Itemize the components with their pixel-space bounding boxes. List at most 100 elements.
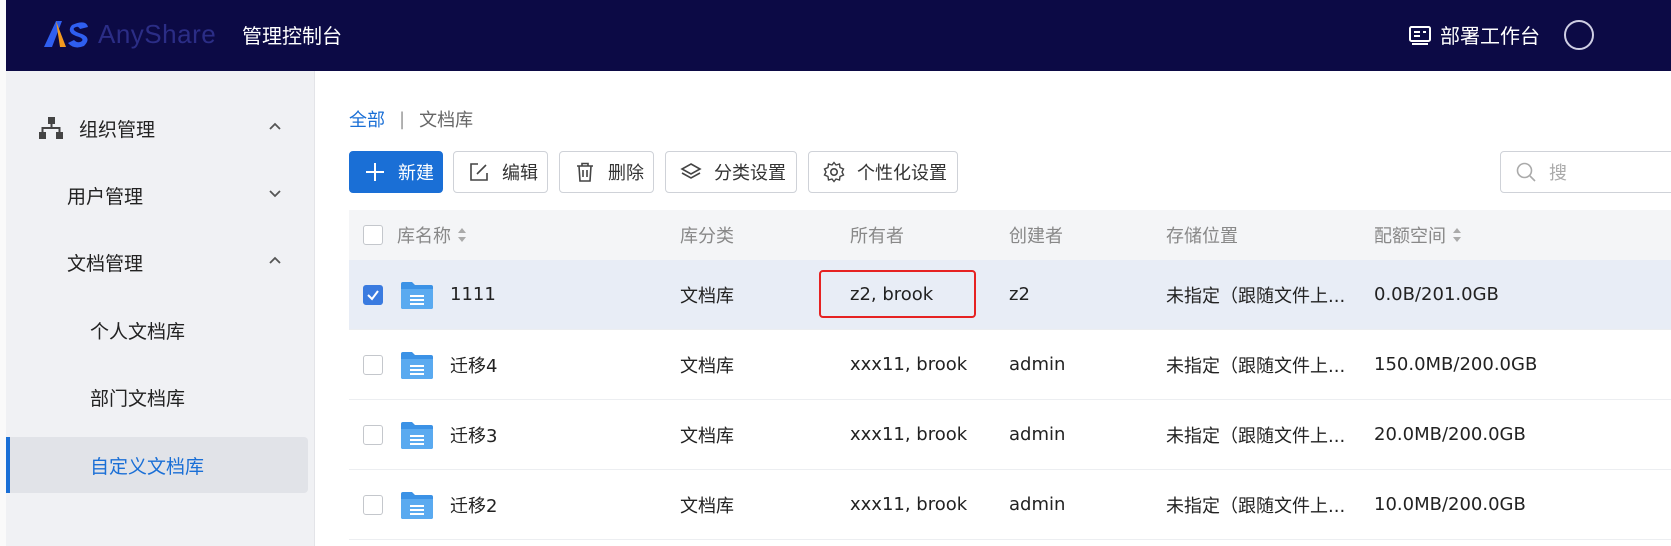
select-all-checkbox-cell xyxy=(363,210,383,260)
table-row[interactable]: 迁移3 文档库 xxx11, brook admin 未指定（跟随文件上... … xyxy=(349,400,1671,470)
library-name: 1111 xyxy=(450,284,496,305)
library-name: 迁移4 xyxy=(450,355,498,377)
top-header: AnyShare 管理控制台 部署工作台 xyxy=(6,0,1671,71)
delete-button[interactable]: 删除 xyxy=(559,151,654,193)
library-owner: z2, brook xyxy=(850,284,934,305)
table-row[interactable]: 1111 文档库 z2, brook z2 未指定（跟随文件上... 0.0B/… xyxy=(349,260,1671,330)
sidebar-item-personal-library[interactable]: 个人文档库 xyxy=(6,302,315,358)
edit-icon xyxy=(470,163,488,181)
workbench-icon xyxy=(1409,25,1431,45)
sidebar-item-user-management[interactable]: 用户管理 xyxy=(6,167,315,223)
folder-icon xyxy=(401,421,433,449)
deploy-workbench-link[interactable]: 部署工作台 xyxy=(1408,20,1540,49)
console-title: 管理控制台 xyxy=(242,24,342,48)
column-header-name-label: 库名称 xyxy=(397,226,451,247)
new-button[interactable]: 新建 xyxy=(349,151,443,193)
library-quota: 10.0MB/200.0GB xyxy=(1374,494,1526,515)
library-quota: 150.0MB/200.0GB xyxy=(1374,354,1538,375)
category-settings-button[interactable]: 分类设置 xyxy=(665,151,797,193)
sidebar-item-label: 部门文档库 xyxy=(90,387,186,410)
row-checkbox[interactable] xyxy=(363,494,383,515)
library-quota: 20.0MB/200.0GB xyxy=(1374,424,1526,445)
active-indicator xyxy=(6,437,10,493)
layers-icon xyxy=(680,163,702,179)
table-row[interactable]: 迁移2 文档库 xxx11, brook admin 未指定（跟随文件上... … xyxy=(349,470,1671,540)
column-header-quota-label: 配额空间 xyxy=(1374,226,1446,247)
library-name: 迁移2 xyxy=(450,495,498,517)
library-name-cell[interactable]: 迁移3 xyxy=(400,400,497,469)
library-name-cell[interactable]: 1111 xyxy=(400,260,496,329)
search-icon xyxy=(1516,162,1536,182)
column-header-quota[interactable]: 配额空间 xyxy=(1374,210,1462,260)
sidebar-item-org-management[interactable]: 组织管理 xyxy=(6,100,315,156)
logo-text: AnyShare xyxy=(98,18,217,49)
column-header-category: 库分类 xyxy=(680,226,734,247)
sort-icon[interactable] xyxy=(1452,226,1462,244)
library-owner: xxx11, brook xyxy=(850,424,968,445)
row-checkbox-cell xyxy=(363,470,383,539)
sort-icon[interactable] xyxy=(457,226,467,244)
library-storage: 未指定（跟随文件上... xyxy=(1166,285,1346,307)
sidebar-item-custom-library[interactable]: 自定义文档库 xyxy=(6,437,308,493)
library-storage: 未指定（跟随文件上... xyxy=(1166,495,1346,517)
library-category: 文档库 xyxy=(680,425,734,447)
row-checkbox-cell xyxy=(363,330,383,399)
library-quota: 0.0B/201.0GB xyxy=(1374,284,1499,305)
breadcrumb: 全部 | 文档库 xyxy=(349,106,473,132)
personalize-settings-button[interactable]: 个性化设置 xyxy=(808,151,958,193)
library-storage: 未指定（跟随文件上... xyxy=(1166,425,1346,447)
gear-icon xyxy=(823,161,845,183)
anyshare-logo[interactable]: AnyShare xyxy=(42,18,216,50)
table-header: 库名称 库分类 所有者 创建者 存储位置 配额空间 xyxy=(349,210,1671,260)
column-header-name[interactable]: 库名称 xyxy=(397,210,467,260)
breadcrumb-current: 文档库 xyxy=(419,110,474,131)
row-checkbox-cell xyxy=(363,260,383,329)
org-tree-icon xyxy=(39,117,63,139)
edit-button-label: 编辑 xyxy=(502,163,538,184)
new-button-label: 新建 xyxy=(398,163,434,184)
library-creator: admin xyxy=(1009,354,1066,375)
sidebar-item-label: 自定义文档库 xyxy=(90,455,205,478)
chevron-down-icon[interactable] xyxy=(268,186,282,200)
breadcrumb-root-link[interactable]: 全部 xyxy=(349,106,385,132)
library-category: 文档库 xyxy=(680,285,734,307)
select-all-checkbox[interactable] xyxy=(363,225,383,245)
table-row[interactable]: 迁移4 文档库 xxx11, brook admin 未指定（跟随文件上... … xyxy=(349,330,1671,400)
row-checkbox[interactable] xyxy=(363,424,383,445)
sidebar-item-department-library[interactable]: 部门文档库 xyxy=(6,369,315,425)
personalize-settings-label: 个性化设置 xyxy=(857,163,947,184)
library-name-cell[interactable]: 迁移4 xyxy=(400,330,497,399)
sidebar-item-doc-management[interactable]: 文档管理 xyxy=(6,234,315,290)
chevron-up-icon[interactable] xyxy=(268,119,282,133)
column-header-owner: 所有者 xyxy=(850,226,904,247)
folder-icon xyxy=(401,491,433,519)
library-owner: xxx11, brook xyxy=(850,354,968,375)
library-owner: xxx11, brook xyxy=(850,494,968,515)
search-placeholder: 搜 xyxy=(1549,163,1567,184)
library-storage: 未指定（跟随文件上... xyxy=(1166,355,1346,377)
delete-button-label: 删除 xyxy=(608,163,644,184)
row-checkbox-cell xyxy=(363,400,383,469)
trash-icon xyxy=(577,162,593,182)
library-name-cell[interactable]: 迁移2 xyxy=(400,470,497,539)
column-header-creator: 创建者 xyxy=(1009,226,1063,247)
sidebar-item-label: 组织管理 xyxy=(79,118,156,141)
folder-icon xyxy=(401,281,433,309)
library-creator: admin xyxy=(1009,494,1066,515)
avatar[interactable] xyxy=(1564,20,1594,50)
library-name: 迁移3 xyxy=(450,425,498,447)
library-creator: z2 xyxy=(1009,284,1030,305)
plus-icon xyxy=(366,163,384,181)
chevron-up-icon[interactable] xyxy=(268,253,282,267)
column-header-storage: 存储位置 xyxy=(1166,226,1238,247)
sidebar-item-label: 个人文档库 xyxy=(90,320,186,343)
row-checkbox[interactable] xyxy=(363,284,383,305)
search-input[interactable]: 搜 xyxy=(1500,151,1671,193)
anyshare-logo-icon xyxy=(44,21,88,48)
category-settings-label: 分类设置 xyxy=(714,163,786,184)
sidebar: 组织管理 用户管理 文档管理 个人文档库 部门文档库 自定义文档库 xyxy=(6,71,315,546)
library-creator: admin xyxy=(1009,424,1066,445)
edit-button[interactable]: 编辑 xyxy=(453,151,548,193)
row-checkbox[interactable] xyxy=(363,354,383,375)
library-category: 文档库 xyxy=(680,495,734,517)
